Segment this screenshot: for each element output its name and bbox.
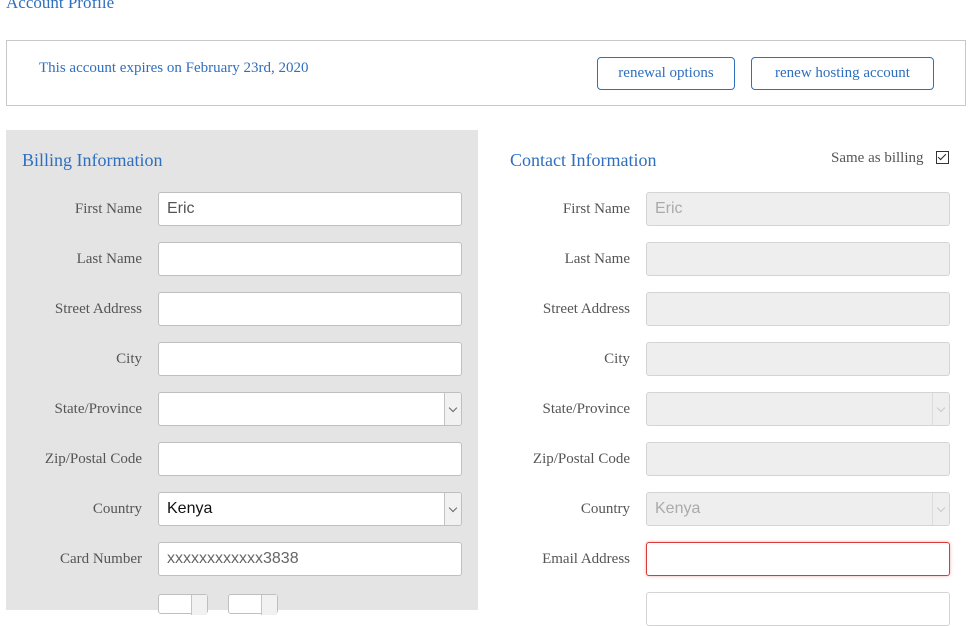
billing-last-name-input[interactable] [158, 242, 462, 276]
same-as-billing-label: Same as billing [831, 150, 924, 166]
billing-card-number-input[interactable]: xxxxxxxxxxxx3838 [158, 542, 462, 576]
contact-next-input[interactable] [646, 592, 950, 626]
checkmark-icon [937, 151, 947, 161]
chevron-down-icon[interactable] [444, 393, 461, 425]
billing-card-number-label: Card Number [59, 551, 142, 567]
expiry-text: This account expires on February 23rd, 2… [39, 60, 309, 76]
contact-email-input[interactable] [646, 542, 950, 576]
contact-email-label: Email Address [542, 551, 630, 567]
billing-city-label: City [116, 351, 142, 367]
contact-first-name-input[interactable]: Eric [646, 192, 950, 226]
billing-country-label: Country [92, 501, 142, 517]
renew-hosting-account-button[interactable]: renew hosting account [751, 57, 934, 90]
expiry-year-select[interactable] [228, 594, 278, 615]
contact-first-name-label: First Name [562, 201, 630, 217]
contact-state-label: State/Province [542, 401, 630, 417]
billing-last-name-label: Last Name [76, 251, 142, 267]
contact-zip-label: Zip/Postal Code [532, 451, 630, 467]
billing-state-select[interactable] [158, 392, 462, 426]
chevron-down-icon[interactable] [444, 493, 461, 525]
contact-last-name-input[interactable] [646, 242, 950, 276]
billing-country-value: Kenya [167, 500, 213, 517]
expiry-banner: This account expires on February 23rd, 2… [6, 40, 966, 106]
contact-zip-input[interactable] [646, 442, 950, 476]
contact-street-address-input[interactable] [646, 292, 950, 326]
contact-country-value: Kenya [655, 500, 701, 517]
billing-street-address-input[interactable] [158, 292, 462, 326]
billing-first-name-input[interactable]: Eric [158, 192, 462, 226]
contact-city-input[interactable] [646, 342, 950, 376]
chevron-down-icon [191, 595, 207, 615]
billing-zip-label: Zip/Postal Code [44, 451, 142, 467]
contact-state-select[interactable] [646, 392, 950, 426]
contact-country-label: Country [580, 501, 630, 517]
billing-country-select[interactable]: Kenya [158, 492, 462, 526]
billing-first-name-label: First Name [74, 201, 142, 217]
chevron-down-icon[interactable] [932, 493, 949, 525]
billing-state-label: State/Province [54, 401, 142, 417]
contact-last-name-label: Last Name [564, 251, 630, 267]
contact-country-select[interactable]: Kenya [646, 492, 950, 526]
chevron-down-icon [261, 595, 277, 615]
chevron-down-icon[interactable] [932, 393, 949, 425]
contact-city-label: City [604, 351, 630, 367]
billing-city-input[interactable] [158, 342, 462, 376]
page-title: Account Profile [6, 0, 115, 12]
same-as-billing-checkbox[interactable] [936, 151, 949, 164]
contact-section-title: Contact Information [510, 150, 657, 170]
billing-zip-input[interactable] [158, 442, 462, 476]
renewal-options-button[interactable]: renewal options [597, 57, 735, 90]
contact-street-address-label: Street Address [542, 301, 630, 317]
expiry-month-select[interactable] [158, 594, 208, 615]
billing-section-title: Billing Information [22, 150, 163, 170]
billing-street-address-label: Street Address [54, 301, 142, 317]
